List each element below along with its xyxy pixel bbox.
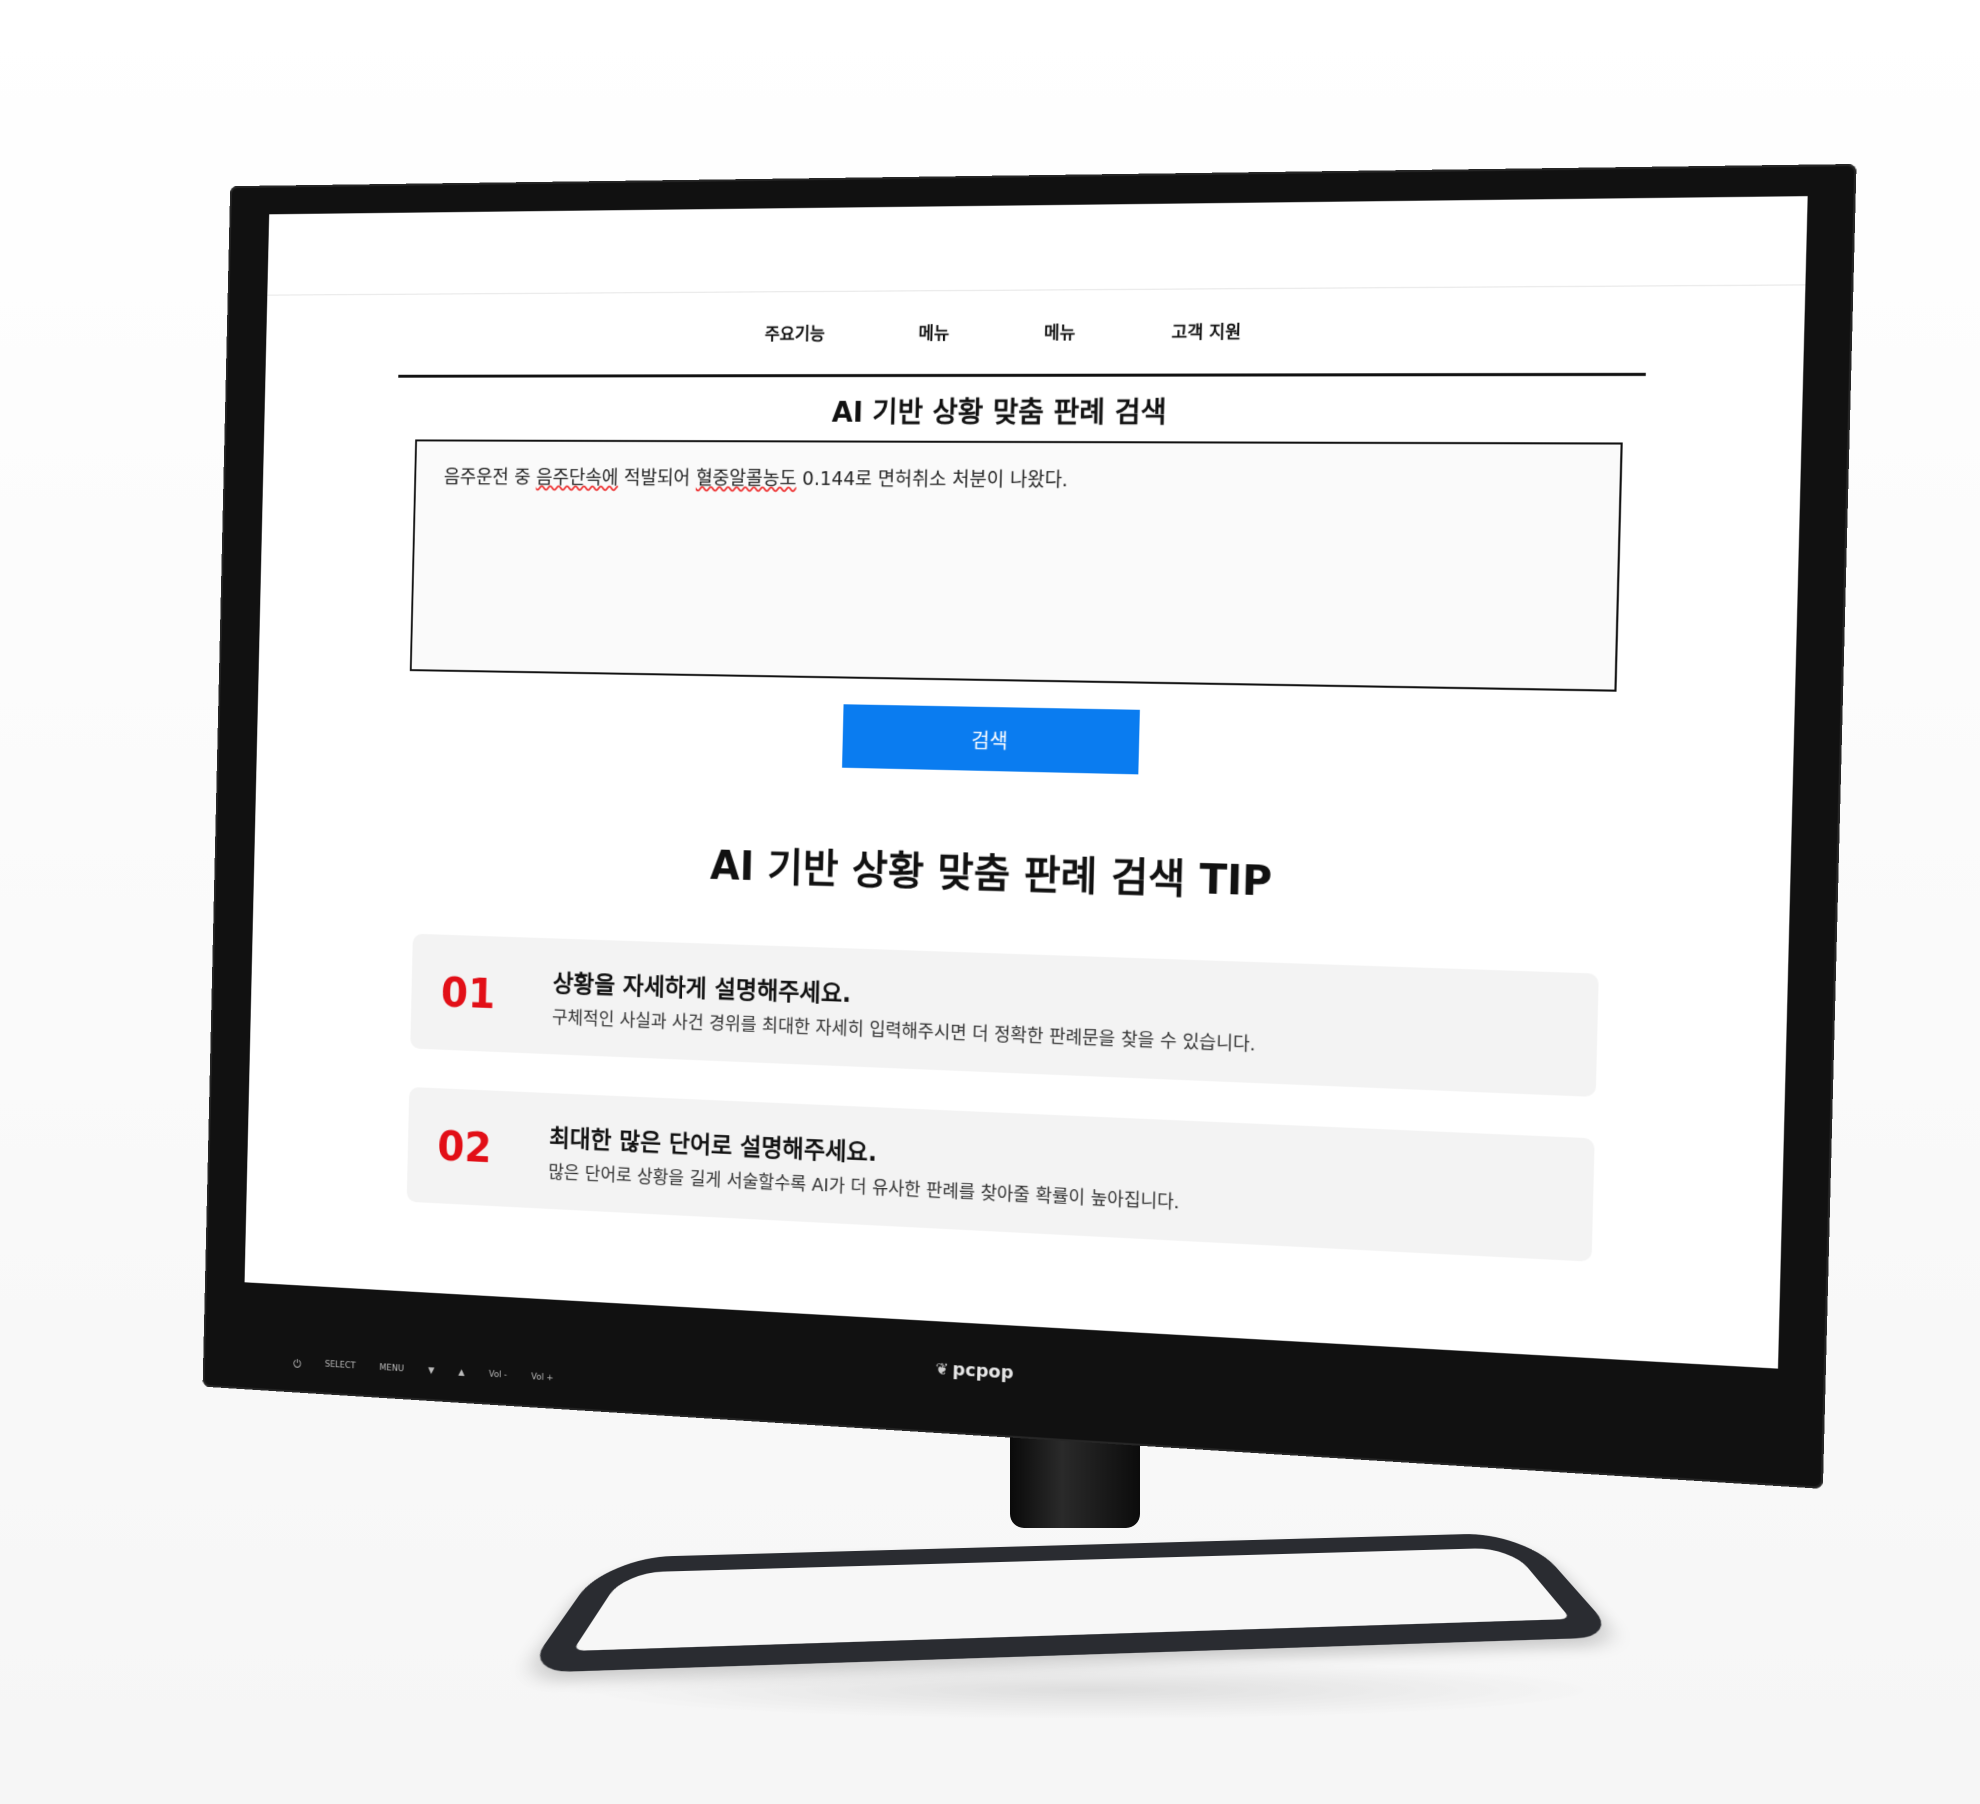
tip-body-2: 최대한 많은 단어로 설명해주세요. 많은 단어로 상황을 길게 서술할수록 A…	[548, 1118, 1181, 1214]
control-select[interactable]: SELECT	[325, 1360, 356, 1375]
query-misspelled-1: 음주단속에	[535, 466, 619, 489]
monitor-controls: ⏻ SELECT MENU ▼ ▲ Vol - Vol +	[293, 1358, 554, 1387]
search-section: AI 기반 상황 맞춤 판례 검색 음주운전 중 음주단속에 적발되어 혈중알콜…	[389, 372, 1646, 786]
query-misspelled-2: 혈중알콜농도	[695, 467, 797, 490]
brand-name: pcpop	[952, 1359, 1014, 1384]
query-text-3: 0.144로 면허취소 처분이 나왔다.	[796, 468, 1069, 492]
tip-title: AI 기반 상황 맞춤 판례 검색 TIP	[709, 843, 1273, 906]
leaf-icon: ❦	[935, 1359, 949, 1379]
nav-item-features[interactable]: 주요기능	[764, 320, 825, 345]
control-up[interactable]: ▲	[458, 1368, 465, 1382]
control-vol-down[interactable]: Vol -	[489, 1370, 507, 1385]
top-band	[267, 196, 1808, 296]
main-nav: 주요기능 메뉴 메뉴 고객 지원	[266, 315, 1805, 346]
situation-input[interactable]: 음주운전 중 음주단속에 적발되어 혈중알콜농도 0.144로 면허취소 처분이…	[409, 439, 1623, 692]
tip-number-2: 02	[436, 1122, 493, 1173]
tip-number-1: 01	[440, 968, 496, 1018]
tip-card-1: 01 상황을 자세하게 설명해주세요. 구체적인 사실과 사건 경위를 최대한 …	[410, 933, 1599, 1097]
monitor-scene: 주요기능 메뉴 메뉴 고객 지원 AI 기반 상황 맞춤 판례 검색 음주운전 …	[0, 0, 1980, 1804]
floor-shadow	[560, 1660, 1620, 1720]
control-down[interactable]: ▼	[428, 1366, 435, 1380]
search-button[interactable]: 검색	[842, 704, 1140, 775]
control-vol-up[interactable]: Vol +	[531, 1372, 554, 1387]
tip-body-1: 상황을 자세하게 설명해주세요. 구체적인 사실과 사건 경위를 최대한 자세히…	[552, 964, 1257, 1057]
monitor-screen: 주요기능 메뉴 메뉴 고객 지원 AI 기반 상황 맞춤 판례 검색 음주운전 …	[244, 196, 1808, 1369]
nav-item-menu-1[interactable]: 메뉴	[918, 319, 949, 344]
monitor-base	[524, 1532, 1618, 1674]
query-text-1: 음주운전 중	[443, 466, 537, 489]
nav-item-support[interactable]: 고객 지원	[1171, 318, 1241, 344]
power-icon[interactable]: ⏻	[293, 1358, 301, 1372]
tip-card-2: 02 최대한 많은 단어로 설명해주세요. 많은 단어로 상황을 길게 서술할수…	[406, 1086, 1595, 1262]
query-text-2: 적발되어	[617, 467, 697, 490]
search-title: AI 기반 상황 맞춤 판례 검색	[831, 395, 1167, 430]
nav-item-menu-2[interactable]: 메뉴	[1044, 318, 1076, 343]
monitor-bezel: 주요기능 메뉴 메뉴 고객 지원 AI 기반 상황 맞춤 판례 검색 음주운전 …	[202, 163, 1857, 1489]
control-menu[interactable]: MENU	[379, 1363, 404, 1378]
